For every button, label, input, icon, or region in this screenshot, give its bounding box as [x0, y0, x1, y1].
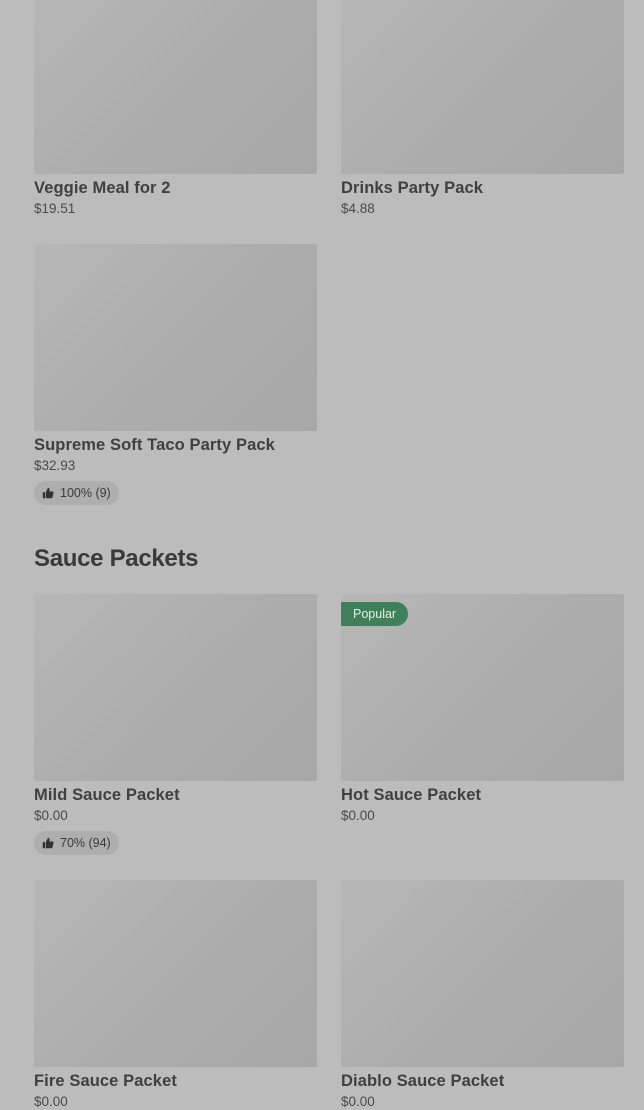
item-price: $0.00	[34, 1094, 68, 1109]
item-price: $19.51	[34, 201, 76, 216]
popular-badge: Popular	[341, 602, 409, 626]
rating-text: 100% (9)	[60, 486, 111, 500]
item-image	[34, 0, 317, 174]
menu-item-card[interactable]: Mild Sauce Packet $0.00 70% (94)	[34, 594, 317, 855]
menu-item-card[interactable]: Supreme Soft Taco Party Pack $32.93 100%…	[34, 244, 317, 505]
item-name: Drinks Party Pack	[341, 179, 484, 197]
item-price: $0.00	[341, 808, 375, 823]
thumbs-up-icon	[42, 837, 54, 849]
item-price: $32.93	[34, 458, 76, 473]
item-image	[341, 0, 624, 174]
item-image	[341, 880, 624, 1067]
item-name: Hot Sauce Packet	[341, 786, 482, 804]
item-price: $4.88	[341, 201, 375, 216]
item-image	[34, 594, 317, 781]
menu-item-card[interactable]: Popular Hot Sauce Packet $0.00	[341, 594, 624, 824]
section-title: Sauce Packets	[34, 545, 199, 572]
item-name: Veggie Meal for 2	[34, 179, 171, 197]
item-image	[34, 244, 317, 431]
item-name: Supreme Soft Taco Party Pack	[34, 436, 275, 454]
menu-item-card[interactable]: Fire Sauce Packet $0.00	[34, 880, 317, 1110]
item-price: $0.00	[341, 1094, 375, 1109]
item-image	[34, 880, 317, 1067]
menu-item-card[interactable]: Diablo Sauce Packet $0.00	[341, 880, 624, 1110]
item-price: $0.00	[34, 808, 68, 823]
rating-badge: 70% (94)	[34, 831, 119, 855]
item-name: Diablo Sauce Packet	[341, 1072, 505, 1090]
item-image: Popular	[341, 594, 624, 781]
thumbs-up-icon	[42, 487, 54, 499]
menu-item-card[interactable]: Drinks Party Pack $4.88	[341, 0, 624, 217]
rating-badge: 100% (9)	[34, 481, 119, 505]
menu-item-card[interactable]: Veggie Meal for 2 $19.51	[34, 0, 317, 217]
item-name: Mild Sauce Packet	[34, 786, 180, 804]
rating-text: 70% (94)	[60, 836, 111, 850]
item-name: Fire Sauce Packet	[34, 1072, 177, 1090]
